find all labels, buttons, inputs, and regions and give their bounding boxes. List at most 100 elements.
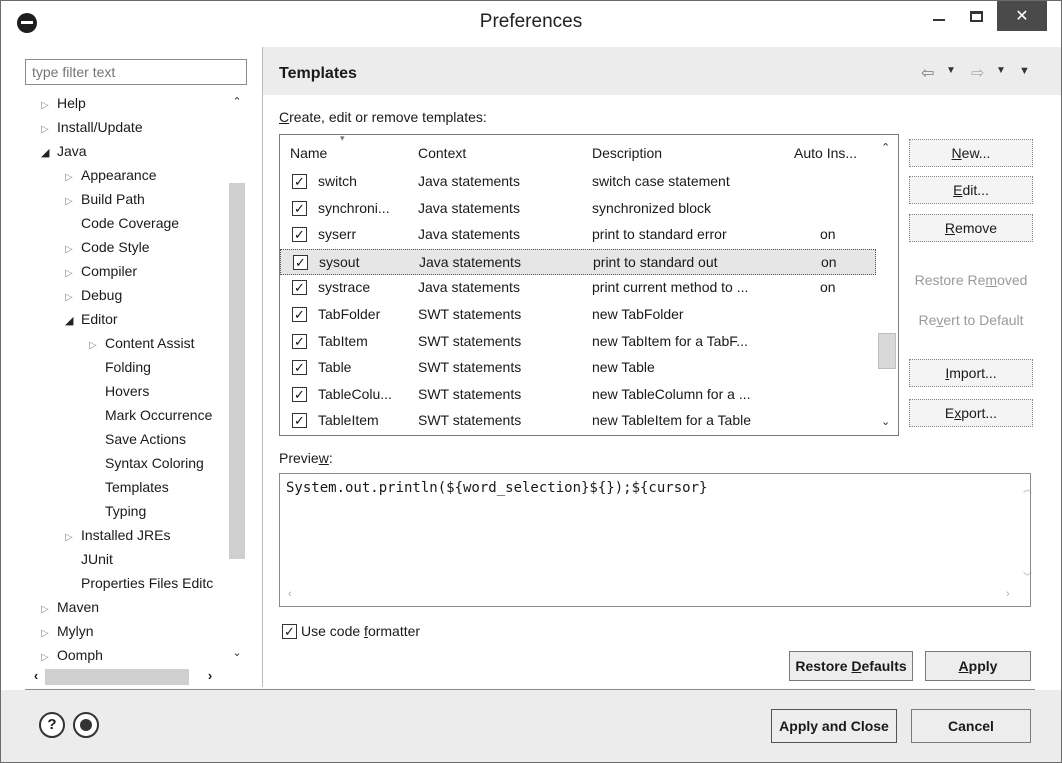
preview-scroll-up-icon[interactable]: ︿ [1023, 482, 1032, 495]
tree-scroll-left-icon[interactable]: ‹ [29, 668, 43, 686]
template-enabled-checkbox[interactable]: ✓ [292, 227, 307, 243]
template-row[interactable]: ✓ TabFolder SWT statements new TabFolder [280, 302, 876, 328]
column-header-name[interactable]: Name [290, 145, 327, 161]
minimize-button[interactable] [924, 1, 954, 31]
tree-item[interactable]: Properties Files Editc [65, 571, 213, 595]
tree-item[interactable]: ▷ Maven [41, 595, 99, 619]
tree-item[interactable]: ▷ Mylyn [41, 619, 94, 643]
table-vertical-scrollbar[interactable] [876, 135, 898, 435]
preview-box[interactable]: System.out.println(${word_selection}${})… [279, 473, 1032, 607]
tree-item-label: Maven [57, 599, 100, 615]
template-context-cell: Java statements [418, 199, 520, 216]
tree-scroll-right-icon[interactable]: › [203, 668, 217, 686]
column-header-description[interactable]: Description [592, 145, 662, 161]
tree-item[interactable]: ◢ Editor [65, 307, 118, 331]
template-enabled-checkbox[interactable]: ✓ [292, 200, 307, 216]
restore-removed-button[interactable]: Restore Removed [909, 267, 1033, 295]
template-row[interactable]: ✓ synchroni... Java statements synchronized… [280, 196, 876, 222]
apply-button[interactable]: Apply [925, 651, 1031, 681]
maximize-button[interactable] [961, 1, 991, 31]
tree-item[interactable]: Templates [89, 475, 169, 499]
filter-input[interactable] [25, 59, 247, 85]
table-scroll-up-icon[interactable]: ⌃ [881, 141, 890, 154]
tree-item[interactable]: Syntax Coloring [89, 451, 204, 475]
template-enabled-checkbox[interactable]: ✓ [292, 360, 307, 376]
preview-scroll-right-icon[interactable]: › [1006, 588, 1010, 600]
forward-arrow-icon[interactable]: ⇨ [971, 63, 989, 82]
template-enabled-checkbox[interactable]: ✓ [292, 280, 307, 296]
template-enabled-checkbox[interactable]: ✓ [292, 307, 307, 322]
templates-table[interactable]: Name ▾ Context Description Auto Ins... ✓… [279, 134, 899, 436]
tree-item[interactable]: ▷ Code Style [65, 235, 149, 259]
template-row[interactable]: ✓ sysout Java statements print to standard … [280, 248, 876, 275]
tree-item[interactable]: ▷ Oomph [41, 643, 103, 667]
template-description-cell: synchronized block [592, 199, 712, 216]
tree-collapsed-icon[interactable]: ▷ [41, 646, 57, 670]
tree-horizontal-scroll-thumb[interactable] [45, 669, 189, 685]
tree-item[interactable]: Hovers [89, 379, 149, 403]
template-enabled-checkbox[interactable]: ✓ [293, 254, 308, 270]
tree-item[interactable]: Code Coverage [65, 211, 179, 235]
export-button[interactable]: Export... [909, 399, 1033, 427]
template-row[interactable]: ✓ TabItem SWT statements new TabItem for a … [280, 329, 876, 355]
tree-item[interactable]: ▷ Build Path [65, 187, 145, 211]
tree-item[interactable]: ▷ Compiler [65, 259, 137, 283]
restore-defaults-button[interactable]: Restore Defaults [789, 651, 913, 681]
tree-item[interactable]: JUnit [65, 547, 113, 571]
tree-item[interactable]: ▷ Installed JREs [65, 523, 170, 547]
template-enabled-checkbox[interactable]: ✓ [292, 174, 307, 189]
preview-scroll-left-icon[interactable]: ‹ [288, 588, 292, 600]
template-description-cell: switch case statement [592, 173, 730, 189]
back-arrow-icon[interactable]: ⇦ [921, 63, 939, 82]
preview-scroll-down-icon[interactable]: ﹀ [1023, 570, 1032, 583]
revert-to-default-button[interactable]: Revert to Default [909, 307, 1033, 335]
tree-item-label: Mark Occurrence [105, 407, 213, 423]
help-icon[interactable]: ? [39, 712, 65, 738]
back-dropdown-icon[interactable]: ▼ [946, 65, 956, 76]
template-enabled-checkbox[interactable]: ✓ [292, 413, 307, 429]
remove-button[interactable]: Remove [909, 214, 1033, 242]
oomph-preference-recorder-icon[interactable] [73, 712, 99, 738]
template-enabled-checkbox[interactable]: ✓ [292, 386, 307, 402]
use-code-formatter-label[interactable]: Use code formatter [301, 623, 420, 639]
preferences-dialog: Preferences ✕ ▷Help▷Install/Update◢Java▷… [0, 0, 1062, 763]
tree-item[interactable]: ▷ Help [41, 91, 86, 115]
tree-expanded-icon[interactable]: ◢ [41, 141, 57, 165]
tree-vertical-scroll-thumb[interactable] [229, 183, 245, 559]
tree-item[interactable]: ▷ Appearance [65, 163, 157, 187]
tree-item[interactable]: Typing [89, 499, 146, 523]
apply-and-close-button[interactable]: Apply and Close [771, 709, 897, 743]
tree-item[interactable]: ▷ Debug [65, 283, 122, 307]
column-header-auto-insert[interactable]: Auto Ins... [794, 145, 857, 161]
tree-item-label: Templates [105, 479, 169, 495]
close-button[interactable]: ✕ [997, 1, 1047, 31]
view-menu-icon[interactable]: ▼ [1019, 65, 1030, 77]
tree-scroll-down-icon[interactable]: ⌄ [229, 646, 245, 660]
template-row[interactable]: ✓ Table SWT statements new Table [280, 355, 876, 381]
tree-item[interactable]: ▷ Content Assist [89, 331, 195, 355]
new-button[interactable]: New... [909, 139, 1033, 167]
import-button[interactable]: Import... [909, 359, 1033, 387]
template-row[interactable]: ✓ systrace Java statements print current me… [280, 275, 876, 301]
tree-item[interactable]: ◢ Java [41, 139, 87, 163]
tree-scroll-up-icon[interactable]: ⌃ [229, 95, 245, 109]
template-enabled-checkbox[interactable]: ✓ [292, 333, 307, 349]
tree-item-label: Code Coverage [81, 215, 180, 231]
panel-divider[interactable] [262, 47, 263, 687]
forward-dropdown-icon[interactable]: ▼ [996, 65, 1006, 76]
template-row[interactable]: ✓ TableColu... SWT statements new TableColu… [280, 382, 876, 408]
use-code-formatter-checkbox[interactable]: ✓ [282, 624, 297, 639]
tree-expanded-icon[interactable]: ◢ [65, 309, 81, 333]
edit-button[interactable]: Edit... [909, 176, 1033, 204]
template-row[interactable]: ✓ syserr Java statements print to standard … [280, 222, 876, 248]
tree-item[interactable]: ▷ Install/Update [41, 115, 143, 139]
table-scroll-thumb[interactable] [878, 333, 896, 369]
tree-item[interactable]: Mark Occurrence [89, 403, 212, 427]
tree-item[interactable]: Folding [89, 355, 151, 379]
tree-item[interactable]: Save Actions [89, 427, 186, 451]
template-row[interactable]: ✓ switch Java statements switch case statem… [280, 169, 876, 195]
table-scroll-down-icon[interactable]: ⌄ [881, 415, 890, 428]
cancel-button[interactable]: Cancel [911, 709, 1031, 743]
template-row[interactable]: ✓ TableItem SWT statements new TableItem fo… [280, 408, 876, 434]
column-header-context[interactable]: Context [418, 145, 466, 161]
